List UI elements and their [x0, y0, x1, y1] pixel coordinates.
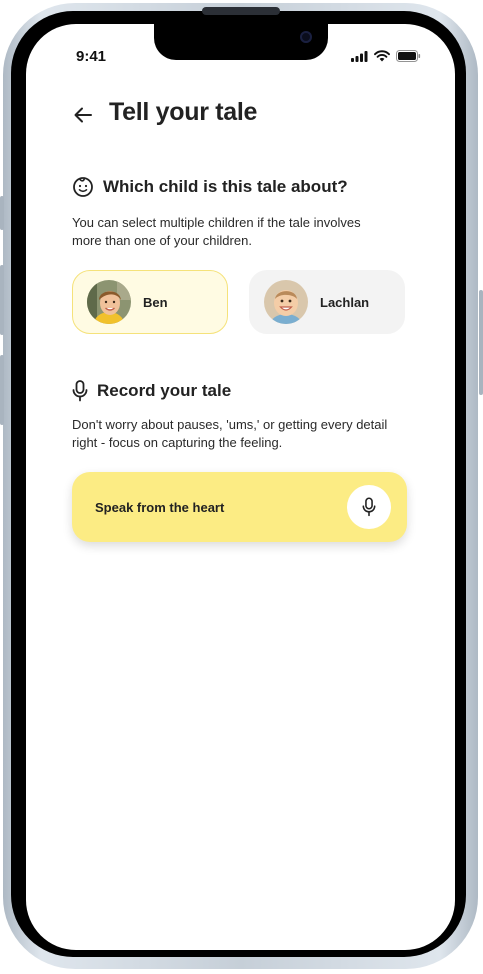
- silent-switch: [0, 196, 4, 230]
- status-time: 9:41: [76, 48, 107, 65]
- avatar-lachlan: [264, 280, 308, 324]
- power-button: [479, 290, 483, 395]
- record-section-header: Record your tale: [72, 380, 231, 402]
- child-card-lachlan[interactable]: Lachlan: [249, 270, 405, 334]
- microphone-icon: [362, 497, 376, 517]
- record-section-description: Don't worry about pauses, 'ums,' or gett…: [72, 417, 388, 450]
- wifi-icon: [374, 50, 390, 62]
- app-screen: 9:41 Tell your tale Which child is this …: [26, 24, 455, 950]
- back-arrow-icon[interactable]: [72, 104, 94, 126]
- child-section-header: Which child is this tale about?: [72, 176, 348, 198]
- microphone-icon: [72, 380, 88, 402]
- avatar-ben: [87, 280, 131, 324]
- record-section-title: Record your tale: [97, 381, 232, 400]
- volume-down-button: [0, 355, 4, 425]
- volume-up-button: [0, 265, 4, 335]
- child-section-description: You can select multiple children if the …: [72, 215, 361, 248]
- face-icon: [73, 177, 93, 197]
- child-name-ben: Ben: [143, 294, 168, 310]
- record-mic-button[interactable]: [347, 485, 391, 529]
- record-button-label: Speak from the heart: [95, 499, 225, 515]
- child-card-ben[interactable]: Ben: [72, 270, 228, 334]
- child-section-title: Which child is this tale about?: [103, 177, 348, 196]
- notch: [154, 24, 328, 60]
- battery-icon: [396, 50, 421, 62]
- signal-icon: [351, 50, 368, 62]
- speak-from-heart-button[interactable]: Speak from the heart: [72, 472, 407, 542]
- status-icons: [351, 50, 421, 62]
- child-name-lachlan: Lachlan: [320, 294, 370, 310]
- speaker-grille: [202, 7, 280, 15]
- page-title: Tell your tale: [109, 98, 258, 126]
- front-camera: [300, 31, 312, 43]
